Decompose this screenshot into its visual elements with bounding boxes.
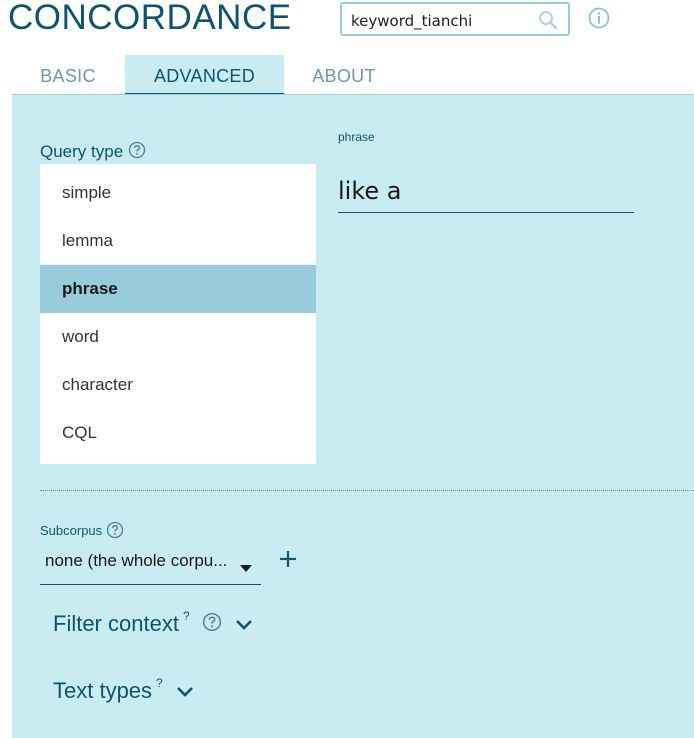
filter-context-toggle[interactable]: Filter context? bbox=[53, 609, 254, 641]
subcorpus-label: Subcorpus bbox=[40, 521, 124, 542]
tab-bar: BASIC ADVANCED ABOUT bbox=[0, 55, 694, 95]
tab-about[interactable]: ABOUT bbox=[296, 55, 392, 95]
text-types-label: Text types bbox=[53, 678, 153, 703]
query-type-option-lemma[interactable]: lemma bbox=[40, 217, 316, 265]
query-type-option-character[interactable]: character bbox=[40, 361, 316, 409]
divider bbox=[40, 490, 694, 491]
tab-basic[interactable]: BASIC bbox=[28, 55, 108, 95]
phrase-input[interactable]: like a bbox=[338, 173, 634, 213]
search-value: keyword_tianchi bbox=[351, 12, 473, 30]
plus-icon bbox=[280, 551, 296, 567]
tab-advanced[interactable]: ADVANCED bbox=[125, 55, 284, 95]
help-icon[interactable] bbox=[128, 141, 146, 164]
text-types-hint: ? bbox=[156, 676, 163, 690]
query-type-label: Query type bbox=[40, 141, 146, 164]
chevron-down-icon[interactable] bbox=[175, 679, 195, 705]
help-icon[interactable] bbox=[202, 612, 222, 638]
query-type-list: simple lemma phrase word character CQL bbox=[40, 164, 316, 464]
search-icon[interactable] bbox=[538, 10, 558, 34]
app-title: CONCORDANCE bbox=[8, 0, 292, 37]
help-icon[interactable] bbox=[106, 521, 124, 542]
add-subcorpus-button[interactable] bbox=[276, 547, 300, 571]
advanced-panel: Query type simple lemma phrase word char… bbox=[12, 94, 694, 738]
phrase-label: phrase bbox=[338, 130, 375, 144]
query-type-option-cql[interactable]: CQL bbox=[40, 409, 316, 457]
query-type-label-text: Query type bbox=[40, 141, 124, 161]
info-icon[interactable] bbox=[588, 7, 610, 33]
query-type-option-phrase[interactable]: phrase bbox=[40, 265, 316, 313]
query-type-option-simple[interactable]: simple bbox=[40, 169, 316, 217]
filter-context-hint: ? bbox=[182, 609, 190, 623]
subcorpus-select[interactable]: none (the whole corpu... bbox=[40, 543, 261, 585]
caret-down-icon bbox=[240, 558, 252, 577]
search-input[interactable]: keyword_tianchi bbox=[340, 2, 570, 36]
subcorpus-label-text: Subcorpus bbox=[40, 522, 103, 538]
text-types-toggle[interactable]: Text types? bbox=[53, 676, 195, 708]
subcorpus-value: none (the whole corpu... bbox=[45, 551, 228, 570]
query-type-option-word[interactable]: word bbox=[40, 313, 316, 361]
chevron-down-icon[interactable] bbox=[234, 612, 254, 638]
filter-context-label: Filter context bbox=[53, 611, 179, 636]
